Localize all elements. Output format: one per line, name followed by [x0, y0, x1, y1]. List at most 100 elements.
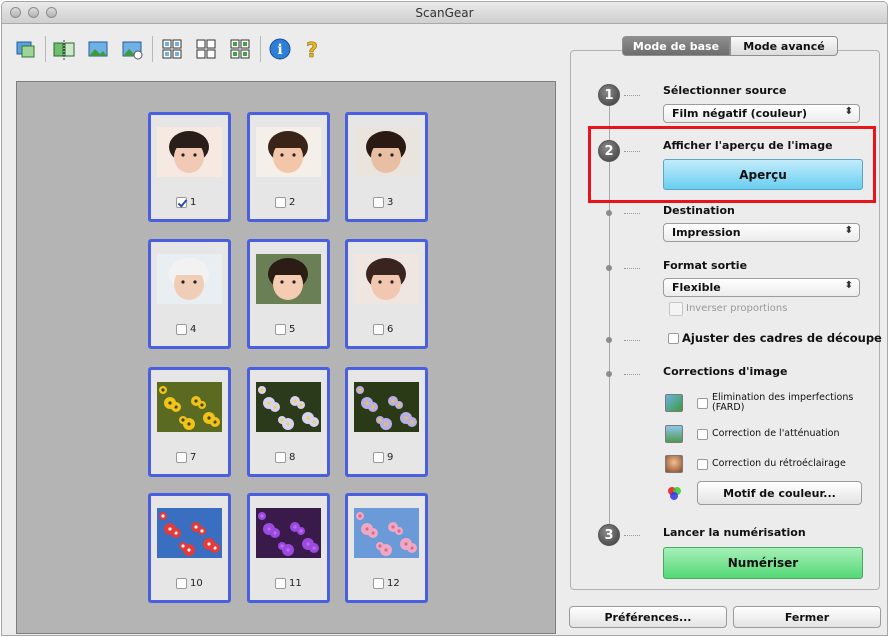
adjust-crop-checkbox[interactable] — [668, 333, 679, 344]
adjust-crop-label: Ajuster des cadres de découpe — [682, 331, 882, 345]
film-frame[interactable]: 1 — [148, 112, 231, 222]
frame-select-row: 8 — [275, 450, 295, 464]
frame-number: 8 — [289, 451, 296, 463]
fard-icon — [665, 394, 683, 412]
color-pattern-icon — [667, 486, 681, 500]
frame-checkbox[interactable] — [176, 451, 187, 463]
frame-select-row: 7 — [176, 450, 196, 464]
frame-thumbnail — [157, 127, 222, 177]
select-arrows-icon: ⬍ — [844, 106, 853, 117]
frame-thumbnail — [354, 382, 419, 432]
color-pattern-button[interactable]: Motif de couleur... — [697, 481, 862, 505]
fading-checkbox[interactable] — [697, 429, 708, 440]
toolbar: i ? — [2, 25, 562, 75]
preferences-button[interactable]: Préférences... — [569, 606, 727, 628]
window-title: ScanGear — [415, 6, 474, 20]
frame-number: 10 — [190, 577, 203, 589]
select-arrows-icon: ⬍ — [844, 225, 853, 236]
tab-basic-mode[interactable]: Mode de base — [622, 36, 730, 56]
select-all-icon[interactable] — [226, 35, 254, 63]
frame-number: 11 — [289, 577, 302, 589]
frame-select-row: 3 — [373, 195, 393, 209]
fard-label: Elimination des imperfections (FARD) — [712, 392, 854, 413]
film-frame[interactable]: 8 — [247, 367, 330, 477]
frame-checkbox[interactable] — [176, 196, 187, 208]
help-icon[interactable]: ? — [298, 35, 326, 63]
source-select-value: Film négatif (couleur) — [672, 107, 808, 120]
fading-icon — [665, 425, 683, 443]
frame-number: 3 — [387, 196, 394, 208]
info-icon[interactable]: i — [266, 35, 294, 63]
backlight-checkbox[interactable] — [697, 459, 708, 470]
frame-number: 9 — [387, 451, 394, 463]
film-frame[interactable]: 3 — [345, 112, 428, 222]
film-frame[interactable]: 10 — [148, 493, 231, 603]
frame-thumbnail — [354, 254, 419, 304]
destination-select[interactable]: Impression ⬍ — [663, 223, 860, 242]
frame-checkbox[interactable] — [176, 323, 187, 335]
film-frame[interactable]: 12 — [345, 493, 428, 603]
svg-text:i: i — [277, 42, 282, 58]
step-1-badge: 1 — [598, 84, 620, 106]
destination-label: Destination — [663, 204, 735, 217]
step-3-badge: 3 — [598, 524, 620, 546]
select-arrows-icon: ⬍ — [844, 280, 853, 291]
frame-select-row: 12 — [373, 576, 400, 590]
film-frame[interactable]: 7 — [148, 367, 231, 477]
film-frame[interactable]: 2 — [247, 112, 330, 222]
frame-thumbnail — [256, 127, 321, 177]
frame-select-row: 9 — [373, 450, 393, 464]
frame-thumbnail — [157, 508, 222, 558]
fard-checkbox[interactable] — [697, 398, 708, 409]
film-frame[interactable]: 9 — [345, 367, 428, 477]
frame-thumbnail — [157, 254, 222, 304]
scan-button[interactable]: Numériser — [663, 547, 863, 579]
mirror-icon[interactable] — [50, 35, 78, 63]
film-frame[interactable]: 5 — [247, 239, 330, 349]
view-all-icon[interactable] — [158, 35, 186, 63]
view-grid-icon[interactable] — [192, 35, 220, 63]
rotate-icon[interactable] — [12, 35, 40, 63]
fading-label: Correction de l'atténuation — [712, 428, 840, 439]
start-scan-label: Lancer la numérisation — [663, 526, 806, 539]
frame-select-row: 2 — [275, 195, 295, 209]
frame-number: 1 — [190, 196, 197, 208]
frame-checkbox[interactable] — [373, 323, 384, 335]
crop-preview-icon[interactable] — [84, 35, 112, 63]
film-frame[interactable]: 11 — [247, 493, 330, 603]
output-size-label: Format sortie — [663, 259, 748, 272]
clear-crop-icon[interactable] — [118, 35, 146, 63]
frame-thumbnail — [256, 508, 321, 558]
frame-thumbnail — [157, 382, 222, 432]
frame-checkbox[interactable] — [176, 577, 187, 589]
film-frame[interactable]: 6 — [345, 239, 428, 349]
preview-area: 1 2 3 4 5 6 7 8 9 10 11 12 — [16, 81, 556, 634]
close-button[interactable]: Fermer — [733, 606, 881, 628]
select-source-label: Sélectionner source — [663, 84, 787, 97]
tab-advanced-mode[interactable]: Mode avancé — [730, 36, 838, 56]
frame-checkbox[interactable] — [275, 451, 286, 463]
frame-thumbnail — [354, 127, 419, 177]
output-size-select-value: Flexible — [672, 281, 721, 294]
output-size-select[interactable]: Flexible ⬍ — [663, 278, 860, 297]
frame-number: 5 — [289, 323, 296, 335]
invert-ratio-label: Inverser proportions — [686, 303, 788, 314]
frame-select-row: 10 — [176, 576, 203, 590]
title-bar: ScanGear — [2, 2, 887, 24]
film-frame[interactable]: 4 — [148, 239, 231, 349]
frame-checkbox[interactable] — [373, 451, 384, 463]
frame-checkbox[interactable] — [275, 577, 286, 589]
frame-checkbox[interactable] — [275, 323, 286, 335]
frame-number: 4 — [190, 323, 197, 335]
svg-text:?: ? — [306, 38, 318, 61]
frame-select-row: 1 — [176, 195, 196, 209]
destination-select-value: Impression — [672, 226, 741, 239]
frame-checkbox[interactable] — [275, 196, 286, 208]
frame-number: 12 — [387, 577, 400, 589]
source-select[interactable]: Film négatif (couleur) ⬍ — [663, 104, 860, 123]
invert-ratio-icon[interactable] — [669, 302, 683, 316]
frame-checkbox[interactable] — [373, 577, 384, 589]
frame-thumbnail — [256, 254, 321, 304]
frame-thumbnail — [256, 382, 321, 432]
frame-checkbox[interactable] — [373, 196, 384, 208]
